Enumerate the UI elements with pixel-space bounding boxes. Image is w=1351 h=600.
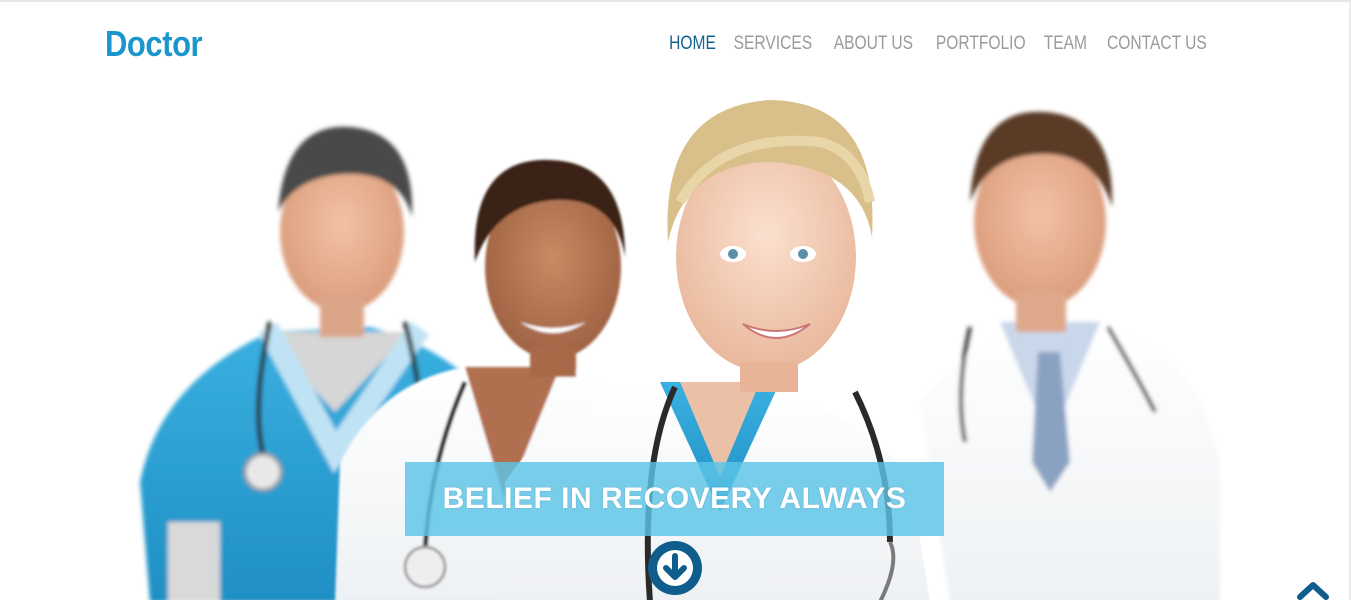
scroll-down-button[interactable] [648,541,702,595]
hero-banner: BELIEF IN RECOVERY ALWAYS [405,462,944,536]
back-to-top-button[interactable] [1296,580,1330,600]
page: Doctor HOME SERVICES ABOUT US PORTFOLIO … [0,0,1351,600]
nav-item-portfolio[interactable]: PORTFOLIO [933,32,1028,56]
doctor-right [920,111,1220,600]
nav-item-about-us[interactable]: ABOUT US [831,32,915,56]
main-nav: HOME SERVICES ABOUT US PORTFOLIO TEAM CO… [663,32,1221,56]
site-logo[interactable]: Doctor [105,24,203,64]
nav-item-services[interactable]: SERVICES [732,32,815,56]
nav-item-contact-us[interactable]: CONTACT US [1105,32,1210,56]
hero-tagline: BELIEF IN RECOVERY ALWAYS [442,482,907,515]
chevron-up-icon [1297,582,1329,600]
nav-item-home[interactable]: HOME [667,32,719,56]
nav-item-team[interactable]: TEAM [1042,32,1090,56]
arrow-down-circle-icon [657,550,693,586]
